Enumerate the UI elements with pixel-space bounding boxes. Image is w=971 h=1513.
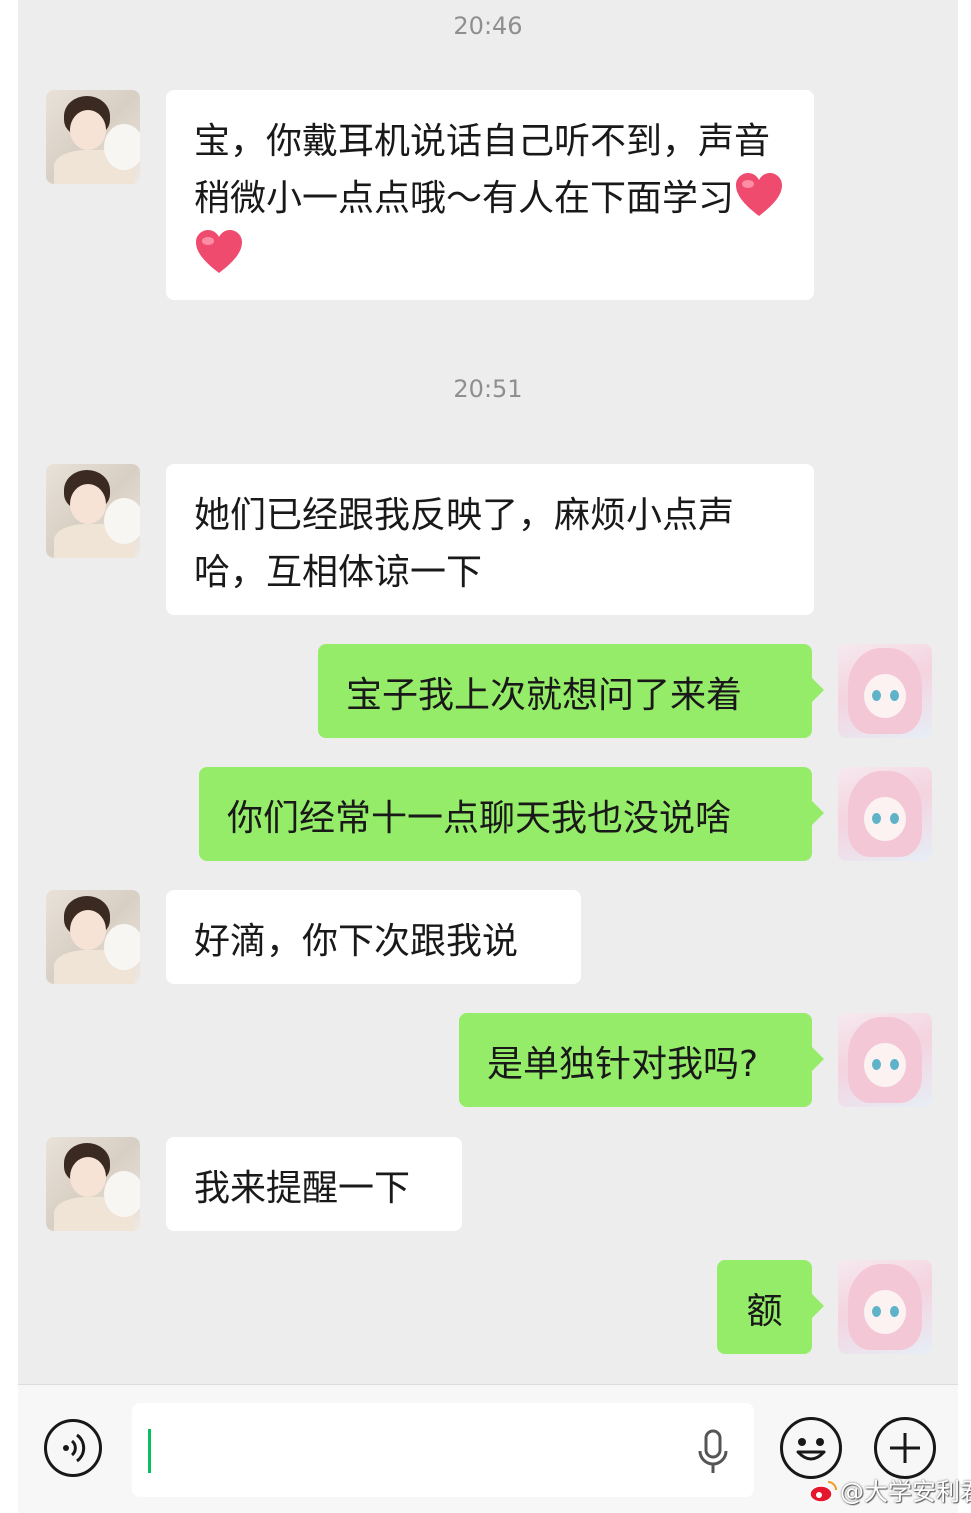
message-text: 她们已经跟我反映了，麻烦小点声哈，互相体谅一下	[194, 495, 735, 593]
message-text: 好滴，你下次跟我说	[194, 921, 519, 962]
weibo-logo-icon	[808, 1480, 838, 1510]
chat-area[interactable]: 20:46 宝，你戴耳机说话自己听不到，声音稍微小一点点哦～有人在下面学习 20…	[18, 0, 958, 1384]
watermark-text: @大学安利君	[840, 1478, 971, 1506]
smiley-icon[interactable]	[780, 1417, 842, 1479]
message-text: 宝，你戴耳机说话自己听不到，声音稍微小一点点哦～有人在下面学习	[194, 121, 771, 219]
my-avatar[interactable]	[838, 1260, 932, 1354]
timestamp: 20:51	[453, 375, 523, 403]
message-input[interactable]	[132, 1403, 754, 1497]
message-text: 额	[746, 1291, 783, 1332]
message-text: 宝子我上次就想问了来着	[346, 675, 743, 716]
message-bubble-outgoing[interactable]: 是单独针对我吗?	[459, 1013, 824, 1107]
message-text: 你们经常十一点聊天我也没说啥	[227, 798, 732, 839]
timestamp: 20:46	[453, 12, 523, 40]
contact-avatar[interactable]	[46, 90, 140, 184]
message-text: 我来提醒一下	[194, 1168, 411, 1209]
contact-avatar[interactable]	[46, 1137, 140, 1231]
microphone-icon[interactable]	[695, 1429, 731, 1477]
contact-avatar[interactable]	[46, 464, 140, 558]
voice-wave-icon[interactable]	[44, 1419, 102, 1477]
plus-icon[interactable]	[874, 1417, 936, 1479]
message-bubble-incoming[interactable]: 好滴，你下次跟我说	[166, 890, 581, 984]
my-avatar[interactable]	[838, 1013, 932, 1107]
message-bubble-incoming[interactable]: 我来提醒一下	[166, 1137, 462, 1231]
contact-avatar[interactable]	[46, 890, 140, 984]
message-bubble-incoming[interactable]: 她们已经跟我反映了，麻烦小点声哈，互相体谅一下	[166, 464, 814, 615]
text-caret	[148, 1429, 151, 1473]
message-bubble-outgoing[interactable]: 宝子我上次就想问了来着	[318, 644, 824, 738]
message-bubble-incoming[interactable]: 宝，你戴耳机说话自己听不到，声音稍微小一点点哦～有人在下面学习	[166, 90, 814, 300]
message-text: 是单独针对我吗?	[487, 1044, 759, 1085]
message-bubble-outgoing[interactable]: 你们经常十一点聊天我也没说啥	[199, 767, 824, 861]
message-bubble-outgoing[interactable]: 额	[717, 1260, 824, 1354]
my-avatar[interactable]	[838, 767, 932, 861]
my-avatar[interactable]	[838, 644, 932, 738]
weibo-watermark: @大学安利君	[808, 1472, 971, 1510]
